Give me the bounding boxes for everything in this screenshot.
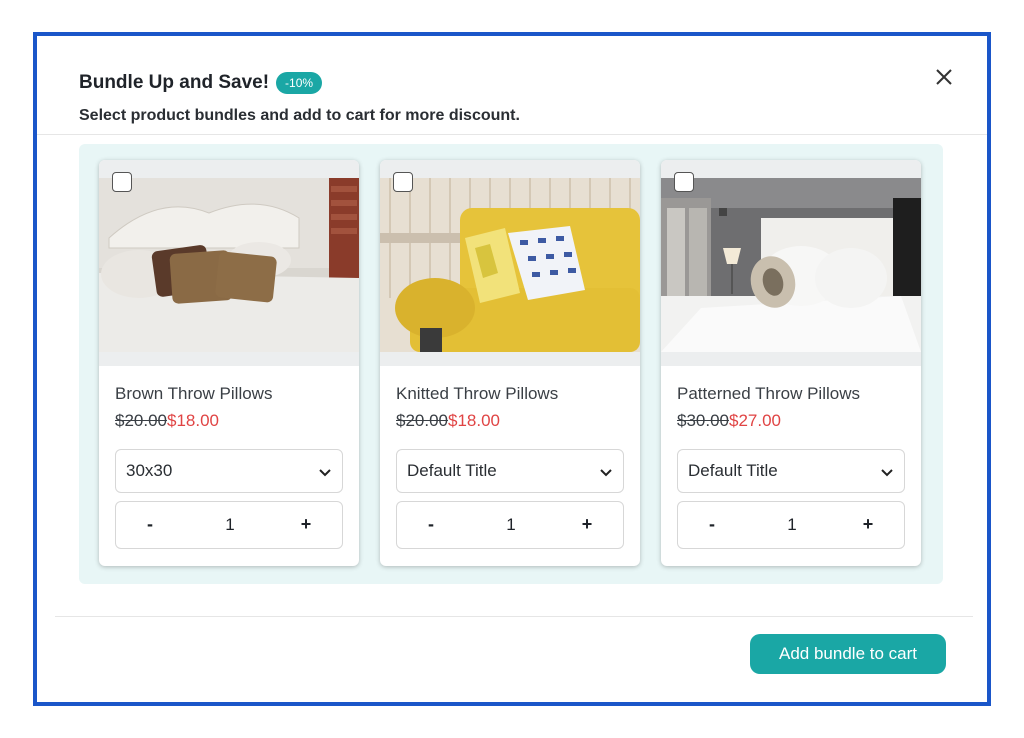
decrease-quantity-button[interactable]: - [140, 514, 160, 535]
hotel-bedroom-photo [661, 178, 921, 352]
price-row: $30.00$27.00 [677, 411, 781, 431]
product-name: Knitted Throw Pillows [396, 384, 559, 403]
variant-select[interactable]: 30x30 [115, 449, 343, 493]
add-bundle-to-cart-button[interactable]: Add bundle to cart [750, 634, 946, 674]
discount-badge: -10% [276, 72, 323, 94]
chevron-down-icon [600, 469, 612, 477]
product-card-patterned-pillows: Patterned Throw Pillows $30.00$27.00 Def… [661, 160, 921, 566]
quantity-value[interactable]: 1 [497, 515, 525, 535]
close-button[interactable] [931, 64, 957, 90]
select-product-checkbox[interactable] [393, 172, 413, 192]
increase-quantity-button[interactable]: + [296, 514, 316, 535]
product-name: Patterned Throw Pillows [677, 384, 860, 403]
select-product-checkbox[interactable] [112, 172, 132, 192]
original-price: $30.00 [677, 411, 729, 430]
close-icon [936, 69, 952, 85]
title-row: Bundle Up and Save! -10% [79, 72, 323, 94]
sale-price: $27.00 [729, 411, 781, 430]
sale-price: $18.00 [167, 411, 219, 430]
increase-quantity-button[interactable]: + [577, 514, 597, 535]
chevron-down-icon [319, 469, 331, 477]
price-row: $20.00$18.00 [396, 411, 500, 431]
variant-value: Default Title [407, 461, 497, 480]
product-card-knitted-pillows: Knitted Throw Pillows $20.00$18.00 Defau… [380, 160, 640, 566]
variant-value: 30x30 [126, 461, 173, 480]
product-card-brown-pillows: Brown Throw Pillows $20.00$18.00 30x30 -… [99, 160, 359, 566]
original-price: $20.00 [396, 411, 448, 430]
chevron-down-icon [881, 469, 893, 477]
footer-divider [55, 616, 973, 617]
modal-title: Bundle Up and Save! [79, 72, 270, 93]
product-image-frame [380, 160, 640, 366]
increase-quantity-button[interactable]: + [858, 514, 878, 535]
decrease-quantity-button[interactable]: - [702, 514, 722, 535]
original-price: $20.00 [115, 411, 167, 430]
select-product-checkbox[interactable] [674, 172, 694, 192]
quantity-stepper: - 1 + [396, 501, 624, 549]
quantity-value[interactable]: 1 [216, 515, 244, 535]
bundle-products-panel: Brown Throw Pillows $20.00$18.00 30x30 -… [79, 144, 943, 584]
variant-value: Default Title [688, 461, 778, 480]
product-image-frame [661, 160, 921, 366]
bedroom-photo [99, 178, 359, 352]
sale-price: $18.00 [448, 411, 500, 430]
modal-header: Bundle Up and Save! -10% Select product … [37, 36, 987, 135]
decrease-quantity-button[interactable]: - [421, 514, 441, 535]
variant-select[interactable]: Default Title [677, 449, 905, 493]
quantity-value[interactable]: 1 [778, 515, 806, 535]
quantity-stepper: - 1 + [115, 501, 343, 549]
product-name: Brown Throw Pillows [115, 384, 273, 403]
quantity-stepper: - 1 + [677, 501, 905, 549]
price-row: $20.00$18.00 [115, 411, 219, 431]
variant-select[interactable]: Default Title [396, 449, 624, 493]
yellow-sofa-photo [380, 178, 640, 352]
bundle-modal: Bundle Up and Save! -10% Select product … [33, 32, 991, 706]
modal-subtitle: Select product bundles and add to cart f… [79, 107, 520, 124]
product-image-frame [99, 160, 359, 366]
